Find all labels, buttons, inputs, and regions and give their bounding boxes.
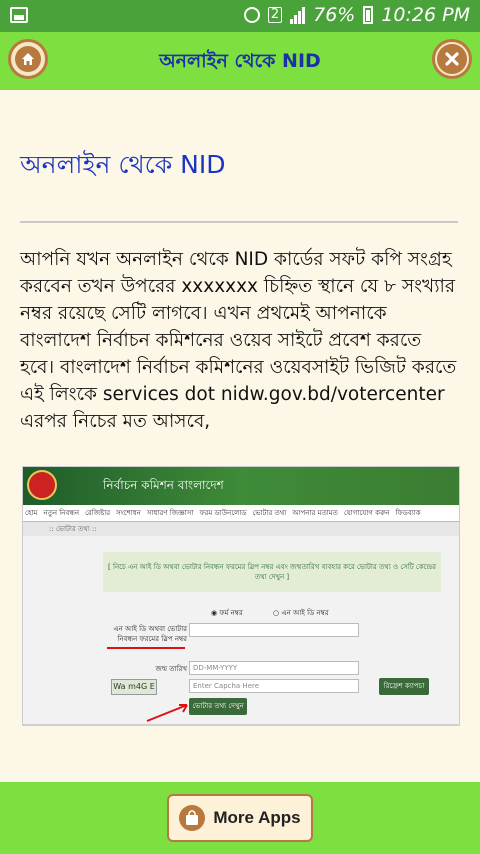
close-button[interactable] — [432, 39, 472, 79]
ec-nav-item: রেজিষ্টার — [85, 509, 111, 517]
clock: 10:26 PM — [381, 4, 470, 26]
radio-nid-label: এন আই ডি নম্বর — [281, 609, 329, 617]
battery-percent: 76% — [313, 4, 356, 26]
red-underline — [107, 647, 185, 649]
ec-banner: নির্বাচন কমিশন বাংলাদেশ — [23, 467, 459, 505]
article-body: আপনি যখন অনলাইন থেকে NID কার্ডের সফট কপি… — [20, 249, 457, 432]
alarm-icon — [243, 7, 260, 23]
ec-nid-input — [189, 623, 359, 637]
ec-nav: হোম নতুন নিবন্ধন রেজিষ্টার সংশোধন সাধারণ… — [23, 505, 459, 522]
ec-breadcrumb: :: ভোটার তথ্য :: — [23, 522, 459, 536]
home-icon — [15, 46, 41, 72]
gallery-notification-icon — [10, 7, 28, 23]
article-heading: অনলাইন থেকে NID — [20, 150, 226, 179]
ec-nav-item: ফরম ডাউনলোড — [199, 509, 247, 517]
content-bottom-divider — [22, 724, 458, 726]
embedded-screenshot: নির্বাচন কমিশন বাংলাদেশ হোম নতুন নিবন্ধন… — [22, 466, 460, 726]
home-button[interactable] — [8, 39, 48, 79]
article: অনলাইন থেকে NID আপনি যখন অনলাইন থেকে NID… — [20, 90, 458, 435]
ec-nid-label: এন আই ডি অথবা ভোটার নিবন্ধন ফরমের স্লিপ … — [113, 625, 187, 643]
ec-nav-item: আপনার মতামত — [292, 509, 338, 517]
shopping-bag-icon — [179, 805, 206, 831]
ec-banner-title: নির্বাচন কমিশন বাংলাদেশ — [103, 478, 224, 492]
ec-captcha-image: Wa m4G E — [111, 679, 157, 695]
red-arrow — [146, 704, 188, 722]
ec-nav-item: সংশোধন — [116, 509, 141, 517]
radio-nid-number: ○ এন আই ডি নম্বর — [273, 609, 329, 617]
ec-captcha-input: Enter Capcha Here — [189, 679, 359, 693]
ec-nav-item: যোগাযোগ করুন — [343, 509, 390, 517]
ec-nav-item: নতুন নিবন্ধন — [43, 509, 80, 517]
ec-nav-item: সাধারণ জিজ্ঞাসা — [146, 509, 194, 517]
more-apps-button[interactable]: More Apps — [167, 794, 313, 842]
ec-nav-item: ভোটার তথ্য — [252, 509, 287, 517]
battery-icon — [363, 6, 374, 24]
signal-icon — [290, 6, 306, 24]
close-icon — [437, 44, 467, 74]
more-apps-label: More Apps — [213, 808, 301, 827]
sim-indicator: 2 — [267, 7, 283, 23]
status-bar: 2 76% 10:26 PM — [0, 0, 480, 32]
ec-dob-input: DD-MM-YYYY — [189, 661, 359, 675]
ec-refresh-button: রিফ্রেশ ক্যাপচা — [379, 678, 429, 695]
ec-nav-item: হোম — [25, 509, 38, 517]
status-right: 2 76% 10:26 PM — [243, 4, 470, 26]
ec-notice: [ নিচে এন আই ডি অথবা ভোটার নিবন্ধন ফরমের… — [103, 552, 441, 592]
ec-submit-button: ভোটার তথ্য দেখুন — [189, 698, 247, 715]
app-title: অনলাইন থেকে NID — [159, 50, 321, 72]
ec-dob-label: জন্ম তারিখ — [155, 665, 187, 673]
radio-form-number: ◉ ফর্ম নম্বর — [211, 609, 243, 617]
ec-nav-item: ফিডব্যাক — [395, 509, 421, 517]
divider — [20, 221, 458, 223]
app-bar: অনলাইন থেকে NID — [0, 32, 480, 90]
radio-form-label: ফর্ম নম্বর — [219, 609, 243, 617]
bottom-bar: More Apps — [0, 782, 480, 854]
ec-emblem-icon — [27, 470, 57, 500]
